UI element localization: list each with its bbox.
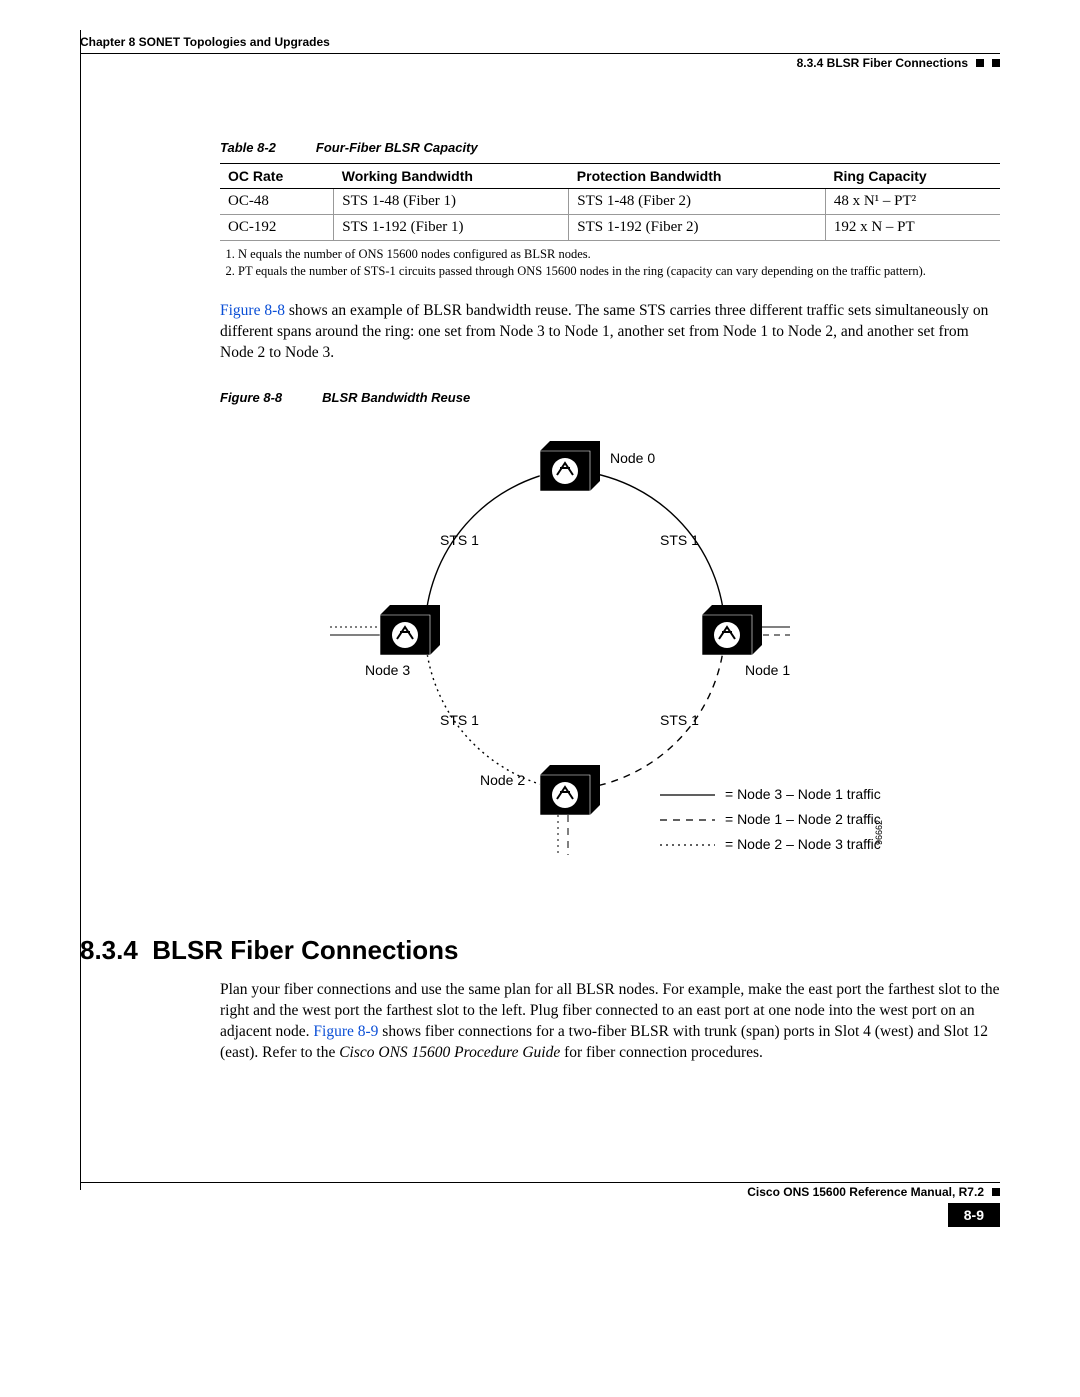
figure-caption: Figure 8-8 BLSR Bandwidth Reuse xyxy=(220,390,1000,405)
node-label: Node 0 xyxy=(610,450,655,466)
corner-marker-icon xyxy=(992,59,1000,67)
span-label: STS 1 xyxy=(660,712,699,728)
figure-body: STS 1 STS 1 STS 1 STS 1 Node 0 xyxy=(220,415,1000,895)
table-header: Ring Capacity xyxy=(825,164,1000,189)
legend-entry: = Node 1 – Node 2 traffic xyxy=(725,811,881,827)
figure-link[interactable]: Figure 8-9 xyxy=(313,1023,378,1040)
table-title: Four-Fiber BLSR Capacity xyxy=(316,140,478,155)
manual-title: Cisco ONS 15600 Reference Manual, R7.2 xyxy=(747,1185,984,1199)
section-number: 8.3.4 xyxy=(80,935,138,965)
section-heading: 8.3.4 BLSR Fiber Connections xyxy=(80,935,1000,966)
figure-link[interactable]: Figure 8-8 xyxy=(220,302,285,319)
table-row: OC-48 STS 1-48 (Fiber 1) STS 1-48 (Fiber… xyxy=(220,189,1000,215)
section-title: BLSR Fiber Connections xyxy=(152,935,458,965)
node-label: Node 2 xyxy=(480,772,525,788)
footnote: N equals the number of ONS 15600 nodes c… xyxy=(238,247,1000,262)
table-footnotes: N equals the number of ONS 15600 nodes c… xyxy=(220,247,1000,279)
figure-legend: = Node 3 – Node 1 traffic = Node 1 – Nod… xyxy=(660,786,884,852)
table-header: Working Bandwidth xyxy=(334,164,569,189)
body-paragraph: Figure 8-8 shows an example of BLSR band… xyxy=(220,301,1000,364)
span-label: STS 1 xyxy=(440,712,479,728)
table-header: Protection Bandwidth xyxy=(569,164,826,189)
chapter-title: Chapter 8 SONET Topologies and Upgrades xyxy=(80,35,330,49)
span-label: STS 1 xyxy=(440,532,479,548)
node-label: Node 1 xyxy=(745,662,790,678)
span-label: STS 1 xyxy=(660,532,699,548)
doc-title-italic: Cisco ONS 15600 Procedure Guide xyxy=(339,1044,560,1061)
margin-rule xyxy=(80,30,85,1190)
node-icon: Node 1 xyxy=(702,605,790,678)
page: Chapter 8 SONET Topologies and Upgrades … xyxy=(0,0,1080,1397)
node-icon: Node 0 xyxy=(540,441,655,491)
node-icon: Node 2 xyxy=(480,765,600,815)
node-label: Node 3 xyxy=(365,662,410,678)
footnote: PT equals the number of STS-1 circuits p… xyxy=(238,264,1000,279)
table-caption: Table 8-2 Four-Fiber BLSR Capacity xyxy=(220,140,1000,155)
figure-title: BLSR Bandwidth Reuse xyxy=(322,390,470,405)
table-label: Table 8-2 xyxy=(220,140,276,155)
page-number: 8-9 xyxy=(948,1203,1000,1227)
corner-marker-icon xyxy=(976,59,984,67)
capacity-table: OC Rate Working Bandwidth Protection Ban… xyxy=(220,163,1000,241)
section-ref-row: 8.3.4 BLSR Fiber Connections xyxy=(80,56,1000,70)
running-header: Chapter 8 SONET Topologies and Upgrades xyxy=(80,35,1000,49)
table-row: OC-192 STS 1-192 (Fiber 1) STS 1-192 (Fi… xyxy=(220,215,1000,241)
table-header: OC Rate xyxy=(220,164,334,189)
legend-entry: = Node 2 – Node 3 traffic xyxy=(725,836,881,852)
section-ref: 8.3.4 BLSR Fiber Connections xyxy=(797,56,968,70)
figure-label: Figure 8-8 xyxy=(220,390,282,405)
legend-entry: = Node 3 – Node 1 traffic xyxy=(725,786,881,802)
corner-marker-icon xyxy=(992,1188,1000,1196)
node-icon: Node 3 xyxy=(365,605,440,678)
body-paragraph: Plan your fiber connections and use the … xyxy=(220,980,1000,1064)
figure-id: 96662 xyxy=(874,820,884,845)
blsr-ring-diagram: STS 1 STS 1 STS 1 STS 1 Node 0 xyxy=(330,415,890,895)
page-footer: Cisco ONS 15600 Reference Manual, R7.2 8… xyxy=(80,1182,1000,1227)
